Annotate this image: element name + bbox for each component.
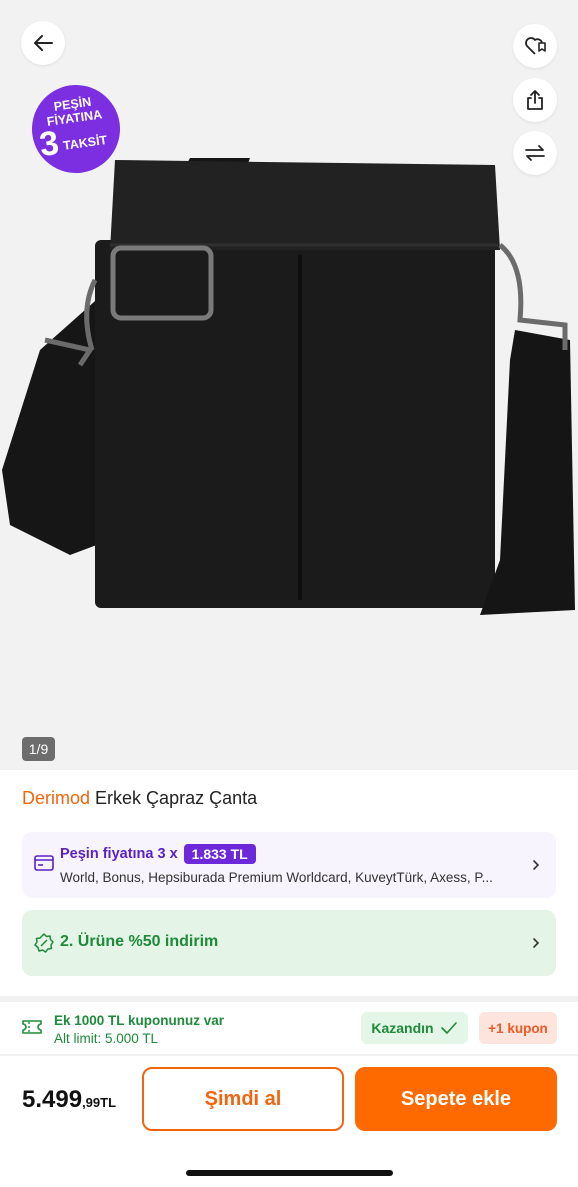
share-icon — [527, 90, 543, 110]
price-main: 5.499 — [22, 1086, 83, 1113]
section-divider — [0, 1054, 578, 1056]
arrow-left-icon — [34, 35, 53, 51]
discount-label: 2. Ürüne %50 indirim — [60, 933, 219, 950]
discount-tag-icon — [34, 933, 54, 953]
coupon-won-badge: Kazandın — [361, 1012, 468, 1044]
installment-summary: Peşin fiyatına 3 x 1.833 TL — [60, 844, 256, 864]
add-to-cart-button[interactable]: Sepete ekle — [355, 1067, 557, 1131]
coupon-title: Ek 1000 TL kuponunuz var — [54, 1013, 225, 1028]
installment-amount: 1.833 TL — [183, 844, 256, 864]
installment-label: Peşin fiyatına 3 x — [60, 846, 178, 862]
home-indicator[interactable] — [186, 1170, 393, 1176]
brand-link[interactable]: Derimod — [22, 788, 90, 808]
promo-line-3: TAKSİT — [62, 132, 108, 153]
coupon-bar: Ek 1000 TL kuponunuz var Alt limit: 5.00… — [0, 1002, 578, 1054]
installment-card[interactable]: Peşin fiyatına 3 x 1.833 TL World, Bonus… — [22, 832, 556, 898]
heart-bookmark-icon — [525, 37, 546, 55]
chevron-right-icon — [533, 938, 540, 948]
chevron-right-icon — [533, 860, 540, 870]
image-counter: 1/9 — [22, 737, 55, 761]
back-button[interactable] — [21, 21, 65, 65]
promo-number: 3 — [37, 123, 62, 164]
installment-cards: World, Bonus, Hepsiburada Premium Worldc… — [60, 870, 493, 885]
product-page: PEŞİN FİYATINA 3 TAKSİT 1/9 Derimod Erke… — [0, 0, 578, 1187]
credit-card-icon — [34, 855, 54, 871]
discount-card[interactable]: 2. Ürüne %50 indirim — [22, 910, 556, 976]
product-gallery[interactable]: PEŞİN FİYATINA 3 TAKSİT 1/9 — [0, 0, 578, 770]
extra-coupon-button[interactable]: +1 kupon — [479, 1012, 557, 1044]
price: 5.499,99TL — [22, 1086, 116, 1114]
ticket-icon — [22, 1020, 42, 1034]
product-name: Erkek Çapraz Çanta — [95, 788, 258, 808]
product-title: Derimod Erkek Çapraz Çanta — [22, 788, 257, 809]
share-button[interactable] — [513, 78, 557, 122]
coupon-won-label: Kazandın — [371, 1020, 434, 1036]
check-icon — [440, 1022, 457, 1034]
favorite-button[interactable] — [513, 24, 557, 68]
price-decimal: ,99TL — [82, 1095, 117, 1110]
compare-arrows-icon — [525, 145, 545, 161]
compare-button[interactable] — [513, 131, 557, 175]
coupon-limit: Alt limit: 5.000 TL — [54, 1031, 159, 1046]
buy-now-button[interactable]: Şimdi al — [142, 1067, 344, 1131]
